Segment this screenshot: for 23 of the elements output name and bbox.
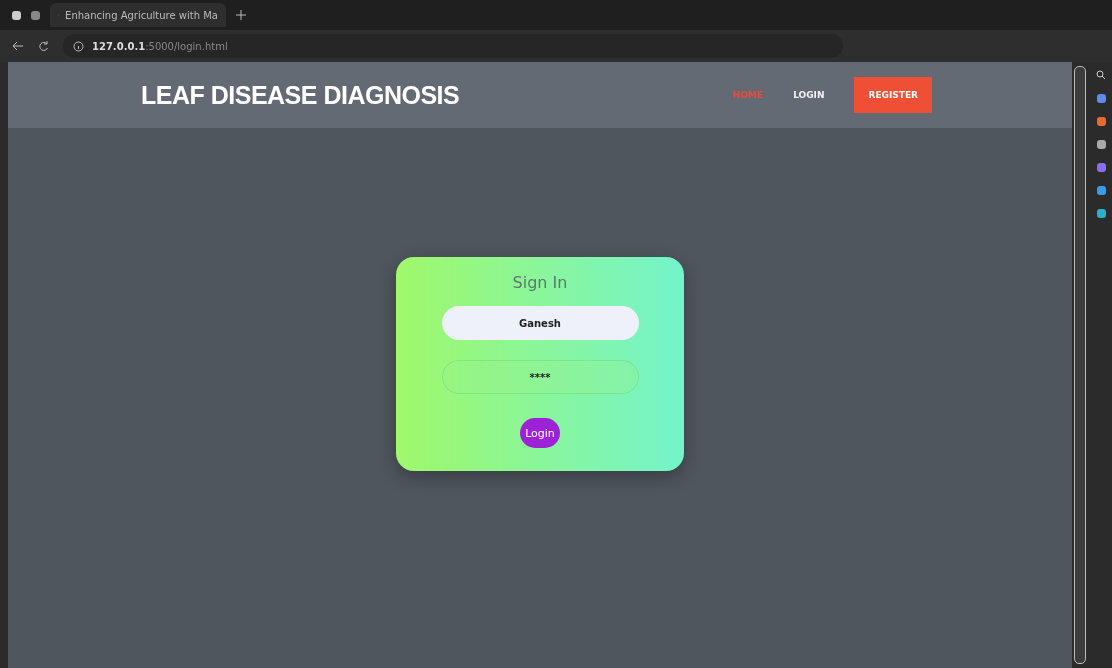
login-button[interactable]: Login bbox=[520, 418, 560, 448]
new-tab-icon[interactable] bbox=[236, 10, 246, 20]
username-field[interactable]: Ganesh bbox=[441, 306, 639, 340]
sidebar-app-icon[interactable] bbox=[1096, 209, 1106, 218]
register-button[interactable]: REGISTER bbox=[854, 77, 932, 113]
sidebar-app-icon[interactable] bbox=[1096, 94, 1106, 103]
back-icon[interactable] bbox=[12, 41, 24, 51]
address-bar[interactable]: 127.0.0.1:5000/login.html bbox=[63, 34, 843, 58]
refresh-icon[interactable] bbox=[38, 40, 49, 52]
sidebar-app-icon[interactable] bbox=[1096, 117, 1106, 126]
sidebar-app-icon[interactable] bbox=[1096, 163, 1106, 172]
scrollbar[interactable] bbox=[1074, 66, 1086, 664]
sidebar-app-icon[interactable] bbox=[1096, 186, 1106, 195]
search-icon[interactable] bbox=[1096, 70, 1106, 80]
site-logo: LEAF DISEASE DIAGNOSIS bbox=[141, 80, 460, 110]
nav-link[interactable]: LOGIN bbox=[793, 90, 825, 100]
sidebar-app-icon[interactable] bbox=[1096, 140, 1106, 149]
browser-tab[interactable]: Enhancing Agriculture with Ma bbox=[50, 3, 226, 27]
tab-actions-icon[interactable] bbox=[31, 10, 40, 20]
info-icon bbox=[73, 40, 84, 52]
browser-logo-icon[interactable] bbox=[12, 10, 21, 20]
form-title: Sign In bbox=[512, 273, 568, 292]
password-field[interactable]: **** bbox=[441, 360, 639, 394]
